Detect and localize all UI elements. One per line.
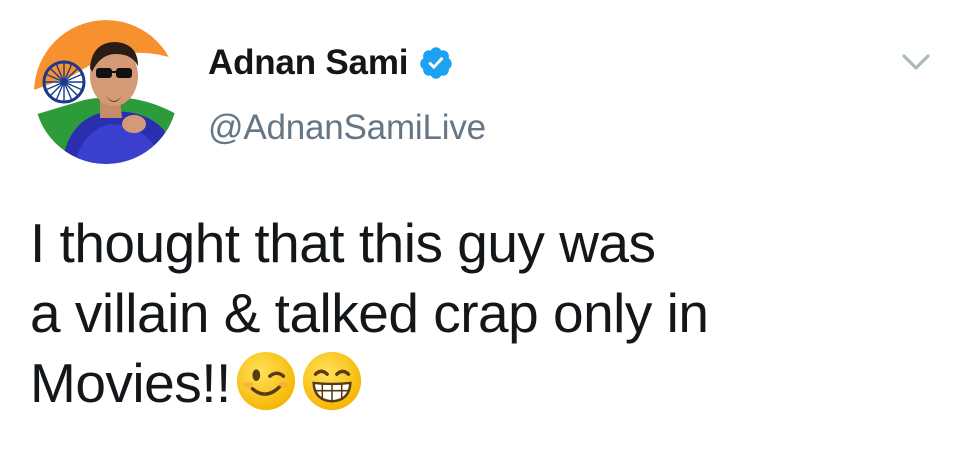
tweet-text: I thought that this guy was a villain & … bbox=[30, 208, 910, 418]
grinning-face-emoji-icon bbox=[301, 350, 363, 412]
winking-face-emoji-icon bbox=[235, 350, 297, 412]
chevron-down-icon bbox=[902, 54, 930, 70]
avatar-image bbox=[34, 20, 178, 164]
verified-badge-icon bbox=[418, 45, 454, 81]
author-display-name[interactable]: Adnan Sami bbox=[208, 43, 408, 83]
tweet-card: Adnan Sami @AdnanSamiLive I thought that… bbox=[0, 0, 962, 450]
tweet-menu-button[interactable] bbox=[900, 50, 932, 74]
author-name-row: Adnan Sami bbox=[208, 40, 454, 86]
tweet-text-line-last: Movies!! bbox=[30, 348, 910, 418]
author-avatar[interactable] bbox=[34, 20, 178, 164]
author-handle[interactable]: @AdnanSamiLive bbox=[208, 108, 486, 148]
tweet-text-line: a villain & talked crap only in bbox=[30, 282, 709, 344]
tweet-text-line: I thought that this guy was bbox=[30, 212, 656, 274]
tweet-text-fragment: Movies!! bbox=[30, 352, 231, 414]
